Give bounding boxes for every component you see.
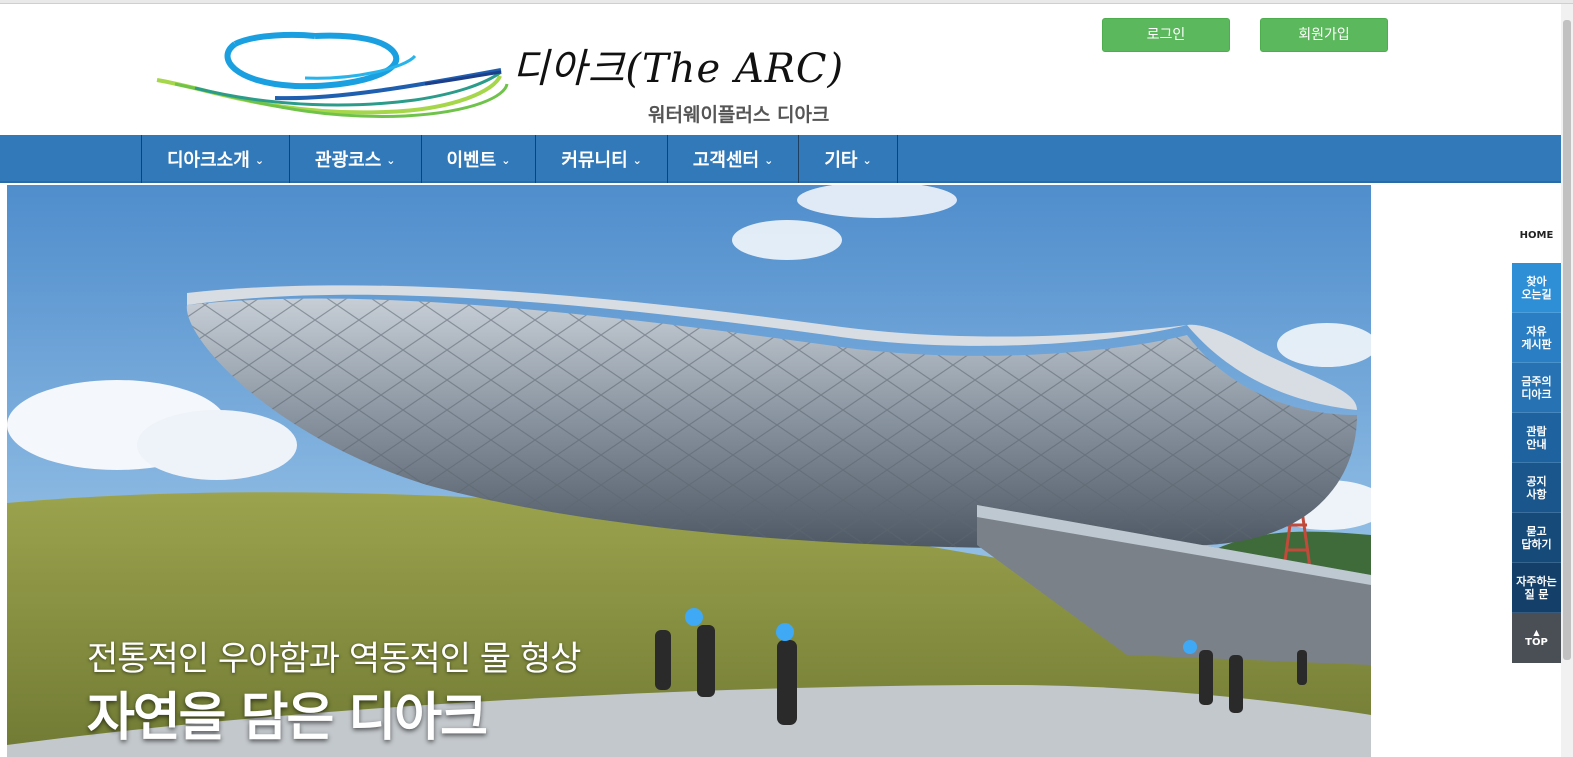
login-button[interactable]: 로그인 — [1102, 18, 1230, 52]
side-item-faq[interactable]: 자주하는 질 문 — [1512, 563, 1561, 613]
site-header: 디아크(The ARC) 워터웨이플러스 디아크 로그인 회원가입 — [0, 4, 1573, 135]
join-button[interactable]: 회원가입 — [1260, 18, 1388, 52]
chevron-down-icon: ⌄ — [764, 154, 774, 167]
scrollbar-thumb[interactable] — [1563, 20, 1571, 660]
chevron-down-icon: ⌄ — [632, 154, 642, 167]
side-home-link[interactable]: HOME — [1512, 230, 1561, 241]
chevron-down-icon: ⌄ — [862, 154, 872, 167]
chevron-down-icon: ⌄ — [501, 154, 511, 167]
top-label: TOP — [1525, 636, 1548, 648]
nav-item-about[interactable]: 디아크소개 ⌄ — [142, 135, 291, 183]
nav-item-event[interactable]: 이벤트 ⌄ — [422, 135, 537, 183]
nav-item-label: 기타 — [824, 150, 858, 171]
side-item-free-board[interactable]: 자유 게시판 — [1512, 313, 1561, 363]
hero-subtitle: 전통적인 우아함과 역동적인 물 형상 — [87, 639, 581, 679]
nav-item-label: 디아크소개 — [167, 150, 250, 171]
hero-title: 자연을 담은 디아크 — [87, 688, 488, 748]
nav-item-etc[interactable]: 기타 ⌄ — [799, 135, 898, 183]
side-item-directions[interactable]: 찾아 오는길 — [1512, 263, 1561, 313]
arrow-up-icon: ▲ — [1533, 627, 1540, 637]
side-item-visit-guide[interactable]: 관람 안내 — [1512, 413, 1561, 463]
nav-item-tour-course[interactable]: 관광코스 ⌄ — [290, 135, 422, 183]
side-item-weekly-arc[interactable]: 금주의 디아크 — [1512, 363, 1561, 413]
nav-item-customer-center[interactable]: 고객센터 ⌄ — [668, 135, 800, 183]
chevron-down-icon: ⌄ — [386, 154, 396, 167]
scroll-top-button[interactable]: ▲ TOP — [1512, 613, 1561, 663]
nav-items: 디아크소개 ⌄ 관광코스 ⌄ 이벤트 ⌄ 커뮤니티 ⌄ 고객센터 ⌄ 기타 ⌄ — [141, 135, 898, 183]
chevron-down-icon: ⌄ — [254, 154, 265, 167]
nav-item-label: 관광코스 — [315, 150, 382, 171]
main-nav: 디아크소개 ⌄ 관광코스 ⌄ 이벤트 ⌄ 커뮤니티 ⌄ 고객센터 ⌄ 기타 ⌄ — [0, 135, 1561, 183]
nav-item-label: 커뮤니티 — [561, 150, 628, 171]
nav-item-label: 고객센터 — [692, 150, 760, 171]
logo-title[interactable]: 디아크(The ARC) — [512, 36, 844, 94]
side-item-notice[interactable]: 공지 사항 — [1512, 463, 1561, 513]
side-item-qna[interactable]: 묻고 답하기 — [1512, 513, 1561, 563]
nav-item-community[interactable]: 커뮤니티 ⌄ — [536, 135, 668, 183]
logo-subtitle: 워터웨이플러스 디아크 — [648, 104, 830, 126]
side-quick-menu: 찾아 오는길 자유 게시판 금주의 디아크 관람 안내 공지 사항 묻고 답하기… — [1512, 263, 1561, 663]
nav-item-label: 이벤트 — [446, 150, 497, 171]
hero-banner[interactable]: 전통적인 우아함과 역동적인 물 형상 자연을 담은 디아크 — [7, 185, 1371, 757]
